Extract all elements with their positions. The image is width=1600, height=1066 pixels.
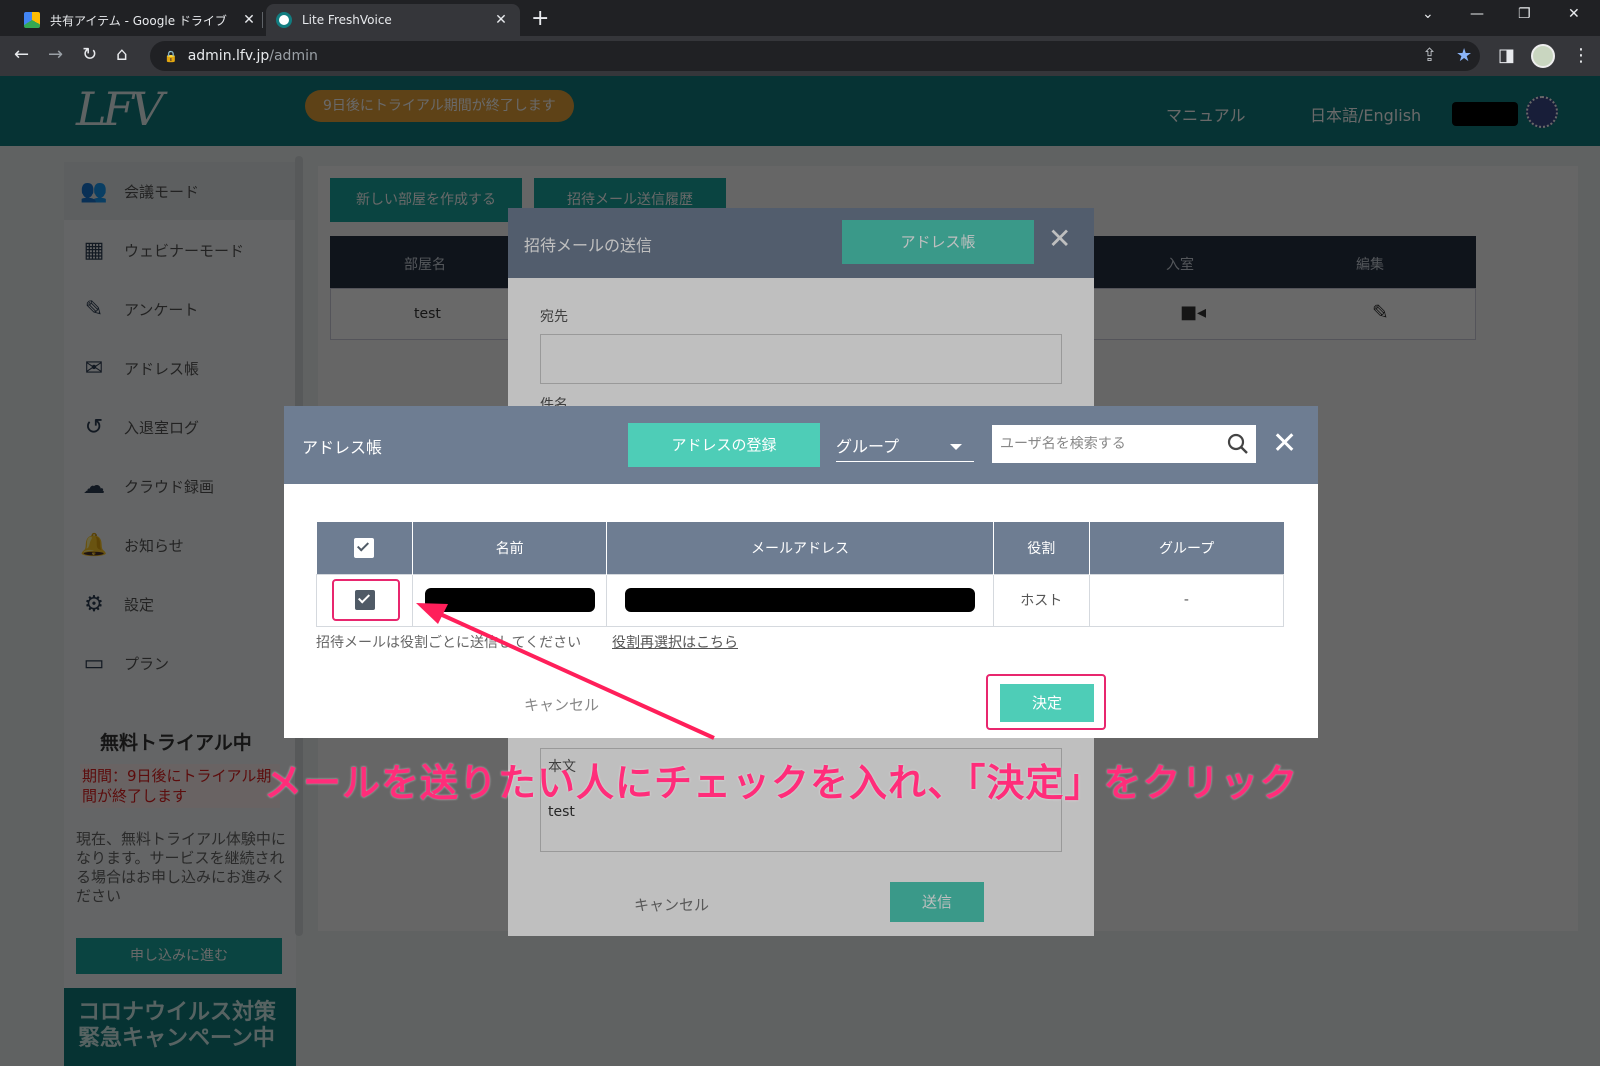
restore-icon[interactable]: ❐ bbox=[1518, 6, 1531, 22]
register-address-button[interactable]: アドレスの登録 bbox=[628, 423, 820, 467]
select-all-checkbox[interactable] bbox=[354, 537, 375, 558]
minimize-icon[interactable]: — bbox=[1470, 6, 1484, 22]
tab-separator bbox=[262, 12, 263, 28]
confirm-highlight bbox=[986, 674, 1106, 730]
lock-icon: 🔒 bbox=[164, 49, 178, 63]
close-tab-icon[interactable]: ✕ bbox=[240, 12, 258, 28]
redacted-email bbox=[624, 588, 975, 612]
share-icon[interactable]: ⇪ bbox=[1422, 45, 1437, 66]
user-search-box bbox=[992, 425, 1256, 463]
address-book-modal: アドレス帳 アドレスの登録 グループ ✕ 名前 メールアドレス 役割 グループ bbox=[284, 406, 1318, 738]
new-tab-icon[interactable]: + bbox=[531, 6, 549, 31]
col-name: 名前 bbox=[412, 522, 608, 574]
role-note: 招待メールは役割ごとに送信してください bbox=[316, 635, 582, 651]
col-email: メールアドレス bbox=[606, 522, 994, 574]
group-cell: - bbox=[1088, 573, 1285, 627]
redacted-name bbox=[424, 588, 595, 612]
select-all-header bbox=[316, 522, 414, 574]
col-group: グループ bbox=[1089, 522, 1284, 574]
user-search-input[interactable] bbox=[1000, 436, 1222, 452]
checkbox-highlight bbox=[332, 579, 400, 621]
close-icon[interactable]: ✕ bbox=[1272, 424, 1297, 464]
back-icon[interactable]: ← bbox=[14, 44, 29, 65]
side-panel-icon[interactable]: ◨ bbox=[1498, 45, 1515, 66]
lfv-favicon-icon bbox=[276, 12, 292, 28]
google-drive-icon bbox=[24, 12, 40, 28]
address-book-cancel-button[interactable]: キャンセル bbox=[524, 694, 599, 715]
group-select[interactable]: グループ bbox=[836, 432, 974, 462]
tab-search-icon[interactable]: ⌄ bbox=[1422, 6, 1434, 22]
close-window-icon[interactable]: ✕ bbox=[1568, 6, 1580, 22]
close-tab-icon[interactable]: ✕ bbox=[492, 12, 510, 28]
tab-google-drive[interactable]: 共有アイテム - Google ドライブ ✕ bbox=[14, 4, 268, 36]
url-path: /admin bbox=[269, 48, 318, 64]
home-icon[interactable]: ⌂ bbox=[116, 44, 127, 65]
address-book-header: アドレス帳 アドレスの登録 グループ ✕ bbox=[284, 406, 1318, 484]
address-bar[interactable]: 🔒 admin.lfv.jp/admin bbox=[150, 41, 1480, 71]
role-reselect-link[interactable]: 役割再選択はこちら bbox=[612, 632, 738, 652]
table-row: ホスト - bbox=[315, 573, 1285, 627]
url-host: admin.lfv.jp bbox=[187, 48, 270, 64]
search-icon[interactable] bbox=[1222, 425, 1256, 463]
name-cell bbox=[412, 573, 608, 627]
browser-tabbar: 共有アイテム - Google ドライブ ✕ Lite FreshVoice ✕… bbox=[0, 0, 1600, 36]
menu-dots-icon[interactable]: ⋮ bbox=[1572, 45, 1590, 66]
reload-icon[interactable]: ↻ bbox=[82, 44, 97, 65]
bookmark-star-icon[interactable]: ★ bbox=[1456, 45, 1472, 66]
tab-lite-freshvoice[interactable]: Lite FreshVoice ✕ bbox=[266, 4, 520, 36]
email-cell bbox=[606, 573, 994, 627]
forward-icon[interactable]: → bbox=[48, 44, 63, 65]
tab-title: Lite FreshVoice bbox=[302, 13, 392, 27]
dropdown-caret-icon bbox=[950, 444, 962, 450]
tab-title: 共有アイテム - Google ドライブ bbox=[50, 13, 227, 28]
col-role: 役割 bbox=[993, 522, 1090, 574]
annotation-caption: メールを送りたい人にチェックを入れ、「決定」をクリック bbox=[264, 761, 1299, 805]
role-cell: ホスト bbox=[992, 573, 1090, 627]
browser-toolbar: ← → ↻ ⌂ 🔒 admin.lfv.jp/admin ⇪ ★ ◨ ⋮ bbox=[0, 36, 1600, 76]
address-book-title: アドレス帳 bbox=[302, 438, 383, 457]
group-select-value: グループ bbox=[836, 437, 900, 456]
profile-avatar[interactable] bbox=[1531, 44, 1555, 68]
address-table: 名前 メールアドレス 役割 グループ ホスト - bbox=[315, 522, 1285, 627]
